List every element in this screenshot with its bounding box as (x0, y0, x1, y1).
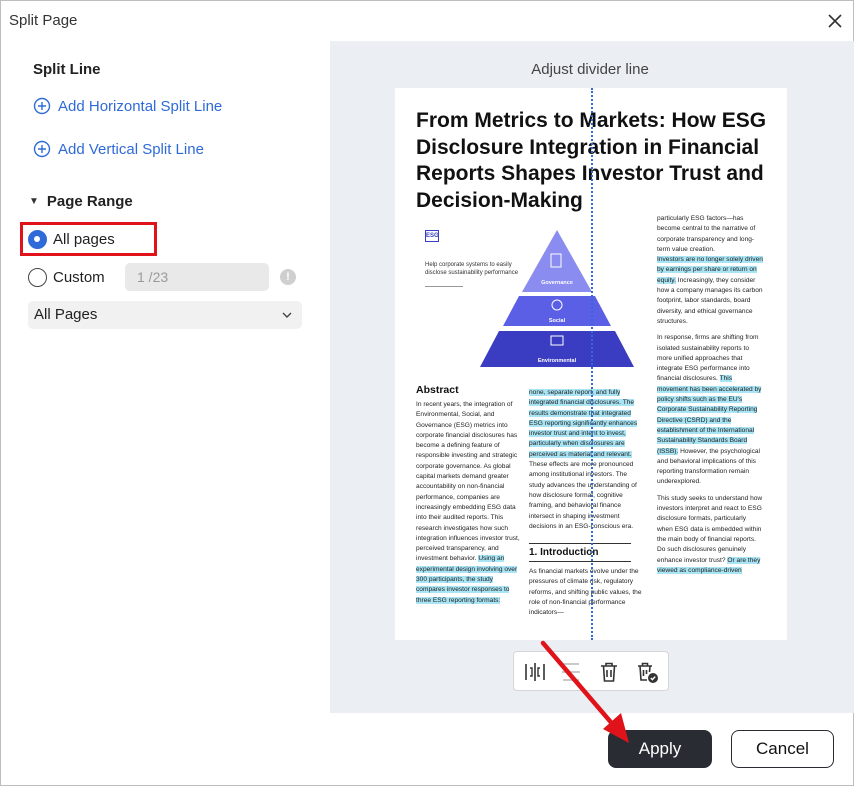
add-horizontal-split-line-button[interactable]: Add Horizontal Split Line (33, 95, 222, 117)
split-horizontal-icon (562, 663, 580, 681)
intro-rule (529, 543, 631, 544)
info-icon[interactable]: ! (280, 269, 296, 285)
right-text-5: This study seeks to understand how inves… (657, 494, 763, 564)
divider (425, 286, 463, 287)
trash-icon (601, 662, 617, 682)
close-icon (828, 14, 842, 28)
right-text-2: Increasingly, they consider how a compan… (657, 276, 763, 325)
intro-column: As financial markets evolve under the pr… (529, 567, 644, 627)
abstract-heading: Abstract (416, 384, 459, 396)
preview-caption: Adjust divider line (531, 61, 649, 78)
custom-page-input[interactable]: 1 /23 (125, 263, 269, 291)
preview-panel: Adjust divider line From Metrics to Mark… (330, 41, 854, 713)
intro-text: As financial markets evolve under the pr… (529, 568, 642, 617)
chevron-down-icon (282, 312, 292, 318)
right-column: particularly ESG factors—has become cent… (657, 214, 763, 624)
middle-highlight: none, separate report, and fully integra… (529, 389, 638, 458)
right-text-3: In response, firms are shifting from iso… (657, 334, 759, 383)
abstract-column: In recent years, the integration of Envi… (416, 400, 522, 622)
split-toolbar (513, 651, 669, 691)
all-pages-label: All pages (53, 230, 115, 248)
delete-tool[interactable] (597, 660, 621, 684)
options-panel: Split Line Add Horizontal Split Line Add… (1, 41, 331, 713)
delete-all-tool[interactable] (635, 660, 659, 684)
trash-check-icon (638, 662, 658, 683)
custom-radio[interactable]: Custom (28, 265, 105, 289)
right-text-1: particularly ESG factors—has become cent… (657, 215, 756, 253)
esg-logo: ESG (425, 230, 439, 242)
split-page-dialog: Split Page Split Line Add Horizontal Spl… (0, 0, 854, 786)
abstract-text: In recent years, the integration of Envi… (416, 401, 520, 563)
plus-circle-icon (33, 140, 51, 158)
dialog-title: Split Page (9, 12, 78, 29)
pyramid-label-social: Social (549, 318, 566, 324)
split-vertical-tool[interactable] (523, 660, 547, 684)
split-line-heading: Split Line (33, 61, 101, 78)
all-pages-radio[interactable]: All pages (28, 227, 115, 251)
page-range-toggle[interactable]: ▼ Page Range (29, 193, 133, 210)
pyramid-label-environmental: Environmental (538, 358, 577, 364)
close-button[interactable] (823, 9, 847, 33)
add-vertical-label: Add Vertical Split Line (58, 140, 204, 158)
add-horizontal-label: Add Horizontal Split Line (58, 97, 223, 115)
title-bar: Split Page (1, 1, 853, 41)
esg-pyramid: Governance Social Environmental (480, 230, 634, 367)
split-horizontal-tool[interactable] (559, 660, 583, 684)
doc-title: From Metrics to Markets: How ESG Disclos… (416, 109, 767, 212)
caret-down-icon: ▼ (29, 196, 39, 207)
page-range-heading: Page Range (46, 193, 133, 210)
abstract-highlight: Using an experimental design involving o… (416, 555, 518, 604)
cancel-button[interactable]: Cancel (731, 730, 834, 768)
vertical-divider-line[interactable] (591, 88, 593, 640)
apply-button[interactable]: Apply (608, 730, 712, 768)
page-subset-value: All Pages (34, 306, 98, 323)
page-subset-select[interactable]: All Pages (28, 301, 302, 329)
add-vertical-split-line-button[interactable]: Add Vertical Split Line (33, 138, 204, 160)
split-vertical-icon (525, 663, 545, 681)
middle-column: none, separate report, and fully integra… (529, 388, 644, 538)
custom-label: Custom (53, 268, 105, 286)
middle-text: These effects are more pronounced among … (529, 461, 637, 530)
pyramid-label-governance: Governance (541, 280, 573, 286)
radio-selected (28, 229, 47, 249)
introduction-heading: 1. Introduction (529, 547, 631, 562)
radio-unselected (28, 267, 47, 287)
right-highlight-2: This movement has been accelerated by po… (657, 375, 762, 455)
plus-circle-icon (33, 97, 51, 115)
